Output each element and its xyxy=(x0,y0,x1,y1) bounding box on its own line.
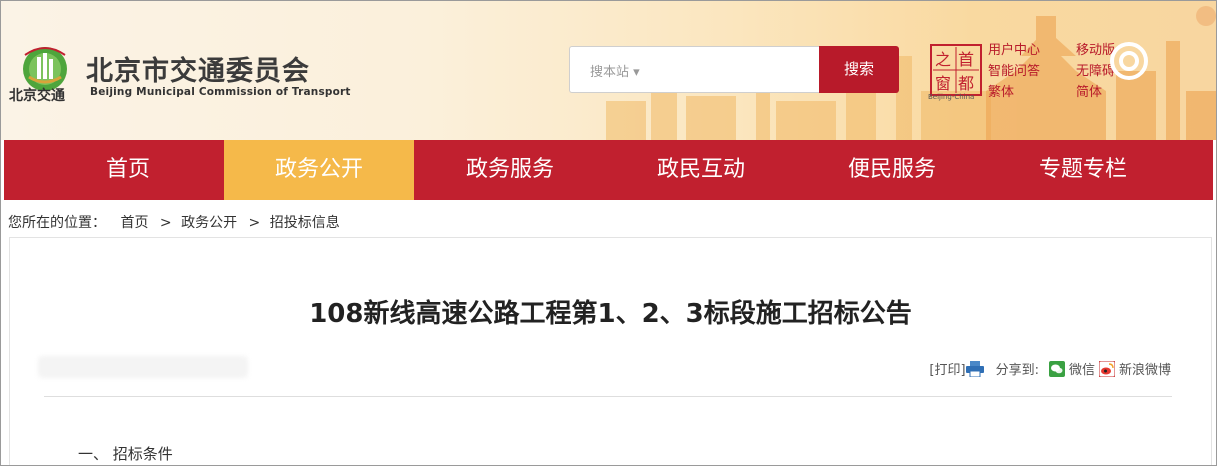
nav-government-affairs-open[interactable]: 政务公开 xyxy=(224,140,414,200)
share-wechat-link[interactable]: 微信 xyxy=(1069,359,1095,378)
traditional-chinese-link[interactable]: 繁体 xyxy=(988,81,1014,100)
seal-char-3: 之 xyxy=(935,50,951,69)
site-header: 北京交通 北京市交通委员会 Beijing Municipal Commissi… xyxy=(1,1,1216,140)
share-weibo-link[interactable]: 新浪微博 xyxy=(1119,359,1171,378)
search-placeholder[interactable]: 搜本站 ▾ xyxy=(590,61,640,80)
breadcrumb-prefix: 您所在的位置： xyxy=(8,215,106,231)
seal-caption: Beijing-China xyxy=(928,93,975,101)
breadcrumb-home[interactable]: 首页 xyxy=(120,215,148,231)
share-label: 分享到: xyxy=(995,363,1039,378)
capital-window-seal-icon[interactable]: 首 都 之 窗 xyxy=(929,43,983,97)
accessibility-icon[interactable] xyxy=(1109,41,1149,81)
seal-char-1: 首 xyxy=(958,50,974,69)
article-title: 108新线高速公路工程第1、2、3标段施工招标公告 xyxy=(309,299,912,329)
smart-qa-link[interactable]: 智能问答 xyxy=(988,60,1040,79)
article-tools: [打印] 分享到: 微信 新浪微博 xyxy=(925,359,1171,378)
print-link[interactable]: [打印] xyxy=(929,359,965,378)
divider xyxy=(44,396,1172,397)
site-name-cn[interactable]: 北京市交通委员会 xyxy=(86,49,310,88)
section-heading-bidding-conditions: 一、 招标条件 xyxy=(78,445,173,463)
nav-public-interaction[interactable]: 政民互动 xyxy=(606,140,796,200)
seal-char-2: 都 xyxy=(958,74,974,93)
logo-small-text: 北京交通 xyxy=(9,88,65,104)
blurred-meta xyxy=(38,356,248,378)
printer-icon[interactable] xyxy=(965,360,984,377)
weibo-icon[interactable] xyxy=(1098,360,1115,377)
user-center-link[interactable]: 用户中心 xyxy=(988,39,1040,58)
search-input[interactable]: 搜本站 ▾ xyxy=(569,46,821,93)
seal-char-4: 窗 xyxy=(935,74,951,93)
main-nav: 首页 政务公开 政务服务 政民互动 便民服务 专题专栏 xyxy=(4,140,1213,200)
nav-government-services[interactable]: 政务服务 xyxy=(415,140,605,200)
site-name-en: Beijing Municipal Commission of Transpor… xyxy=(90,86,351,98)
article-panel: 108新线高速公路工程第1、2、3标段施工招标公告 [打印] 分享到: 微信 新… xyxy=(9,237,1212,465)
search-button[interactable]: 搜索 xyxy=(819,46,899,93)
wechat-icon[interactable] xyxy=(1048,360,1065,377)
breadcrumb-separator: > xyxy=(248,215,261,231)
nav-citizen-services[interactable]: 便民服务 xyxy=(797,140,987,200)
nav-special-topics[interactable]: 专题专栏 xyxy=(988,140,1178,200)
breadcrumb: 您所在的位置： 首页 > 政务公开 > 招投标信息 xyxy=(8,212,342,232)
page-frame: 北京交通 北京市交通委员会 Beijing Municipal Commissi… xyxy=(0,0,1217,466)
simplified-chinese-link[interactable]: 简体 xyxy=(1076,81,1102,100)
breadcrumb-government-affairs[interactable]: 政务公开 xyxy=(181,215,237,231)
nav-home[interactable]: 首页 xyxy=(33,140,223,200)
breadcrumb-bidding-info[interactable]: 招投标信息 xyxy=(270,215,340,231)
breadcrumb-separator: > xyxy=(159,215,172,231)
